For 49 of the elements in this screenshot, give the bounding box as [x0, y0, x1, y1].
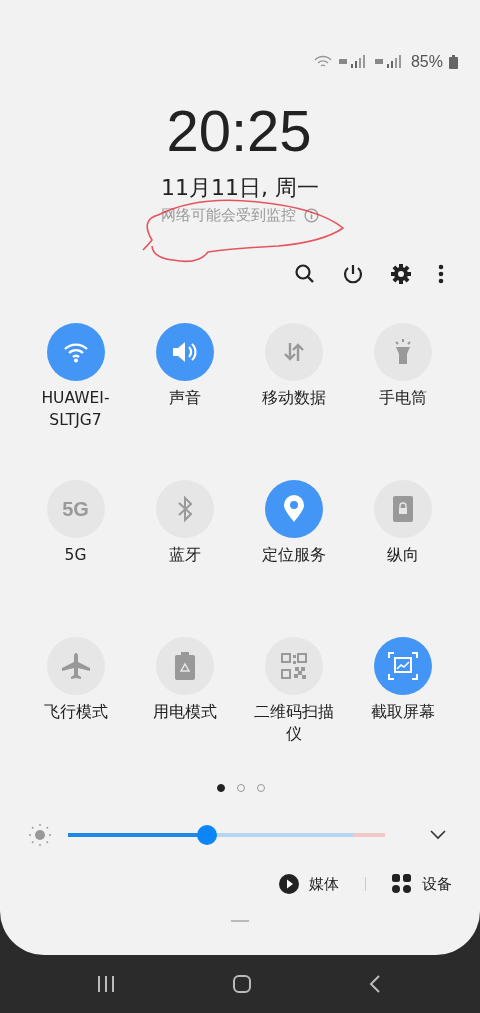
tile-label: 声音: [167, 388, 202, 409]
tile-label: 移动数据: [260, 388, 327, 409]
media-button[interactable]: 媒体: [279, 874, 339, 894]
battery-recycle-icon: [174, 652, 195, 680]
tile-label: 手电筒: [377, 388, 428, 409]
toggle-button[interactable]: [264, 480, 323, 538]
battery-percent: 85%: [410, 53, 443, 71]
lock-phone-icon: [392, 496, 413, 522]
toggle-button[interactable]: [46, 323, 105, 381]
tile-label: 截取屏幕: [369, 702, 436, 723]
tile-label: 纵向: [385, 545, 420, 566]
arrows-icon: [281, 340, 306, 364]
grid-icon: [392, 874, 412, 894]
slider-thumb[interactable]: [197, 825, 218, 845]
tile-label: 二维码扫描仪: [252, 702, 335, 745]
location-pin-icon: [282, 495, 305, 523]
recents-icon[interactable]: [97, 976, 115, 992]
wifi-icon: [312, 55, 333, 69]
network-notice: 网络可能会受到监控: [161, 206, 296, 225]
info-icon[interactable]: [304, 208, 319, 223]
battery-icon: [449, 55, 458, 69]
play-icon: [279, 874, 299, 894]
power-icon[interactable]: [342, 263, 364, 285]
tile-label: HUAWEI-SLTJG7: [40, 388, 111, 431]
toggle-button[interactable]: [155, 323, 214, 381]
wifi-icon: [62, 341, 89, 363]
qr-code-icon: [280, 653, 307, 679]
speaker-icon: [170, 340, 199, 364]
page-indicator-dot[interactable]: [217, 784, 225, 792]
clock-date: 11月11日, 周一: [161, 174, 319, 202]
screenshot-icon: [387, 652, 418, 680]
more-icon[interactable]: [438, 263, 444, 285]
flashlight-icon: [392, 339, 413, 365]
devices-button[interactable]: 设备: [392, 874, 452, 894]
settings-icon[interactable]: [390, 263, 412, 285]
chevron-down-icon[interactable]: [430, 830, 446, 840]
tile-label: 蓝牙: [167, 545, 202, 566]
search-icon[interactable]: [294, 263, 316, 285]
back-icon[interactable]: [369, 975, 381, 993]
toggle-button[interactable]: [373, 637, 432, 695]
tile-label: 用电模式: [151, 702, 218, 723]
airplane-icon: [60, 652, 91, 680]
tile-label: 飞行模式: [42, 702, 109, 723]
tile-label: 定位服务: [260, 545, 327, 566]
clock-time: 20:25: [166, 98, 312, 164]
tile-label: 5G: [63, 545, 88, 566]
brightness-icon: [29, 824, 51, 846]
home-icon[interactable]: [233, 975, 251, 993]
drag-handle[interactable]: [231, 920, 249, 922]
